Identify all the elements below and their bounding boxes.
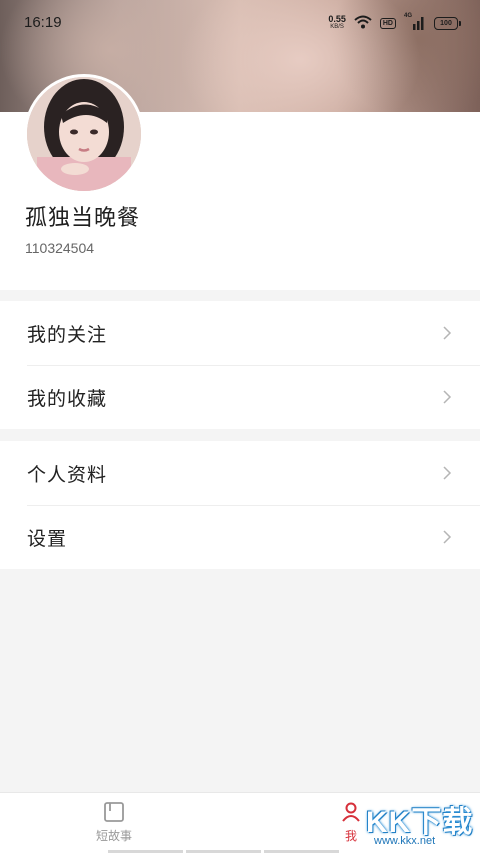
site-watermark: KK下载 www.kkx.net — [354, 795, 474, 853]
menu-item-label: 我的关注 — [27, 323, 108, 346]
menu-item-label: 我的收藏 — [27, 387, 108, 410]
chevron-right-icon — [443, 466, 452, 480]
cell-signal-icon: 4G — [404, 13, 426, 31]
tab-label: 短故事 — [96, 829, 133, 843]
avatar[interactable] — [24, 74, 144, 194]
username: 孤独当晚餐 — [25, 206, 141, 231]
status-time: 16:19 — [24, 14, 62, 31]
status-icons: 0.55 KB/S HD 4G 100 — [328, 12, 461, 34]
profile-screen: 16:19 0.55 KB/S HD 4G 100 孤独当晚餐 11032450… — [0, 0, 480, 853]
network-speed-value: 0.55 — [328, 14, 346, 24]
book-icon — [104, 802, 124, 822]
wifi-icon — [354, 14, 372, 33]
tab-short-stories[interactable]: 短故事 — [96, 801, 132, 844]
chevron-right-icon — [443, 530, 452, 544]
status-bar: 16:19 0.55 KB/S HD 4G 100 — [0, 0, 480, 48]
menu-item-label: 个人资料 — [27, 463, 108, 486]
chevron-right-icon — [443, 390, 452, 404]
battery-icon: 100 — [434, 16, 461, 30]
user-id: 110324504 — [25, 240, 95, 256]
battery-level: 100 — [440, 19, 452, 27]
menu-item-profile-info[interactable]: 个人资料 — [0, 441, 480, 505]
network-speed-unit: KB/S — [330, 24, 344, 30]
menu-item-favorites[interactable]: 我的收藏 — [0, 365, 480, 429]
hd-badge: HD — [379, 17, 396, 29]
menu-item-label: 设置 — [27, 527, 68, 550]
chevron-right-icon — [443, 326, 452, 340]
watermark-url: www.kkx.net — [374, 835, 436, 847]
menu-group-account: 个人资料 设置 — [0, 441, 480, 569]
network-speed: 0.55 KB/S — [328, 15, 346, 31]
menu-item-following[interactable]: 我的关注 — [0, 301, 480, 365]
menu-item-settings[interactable]: 设置 — [0, 505, 480, 569]
menu-group-social: 我的关注 我的收藏 — [0, 301, 480, 429]
